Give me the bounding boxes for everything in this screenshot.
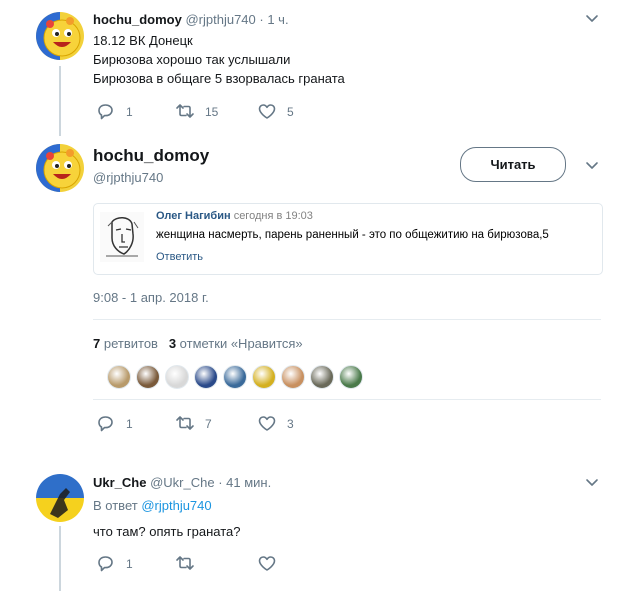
reply-icon <box>98 104 113 120</box>
retweet-count: 7 <box>205 417 212 431</box>
emoji-face-icon <box>36 144 81 192</box>
chevron-down-icon[interactable] <box>585 159 599 173</box>
chevron-down-icon[interactable] <box>585 476 599 490</box>
tweet-timestamp[interactable]: 9:08 - 1 апр. 2018 г. <box>93 290 209 305</box>
author-name[interactable]: Ukr_Che <box>93 475 146 490</box>
liker-avatar[interactable] <box>107 365 131 389</box>
reply-button[interactable]: 1 <box>96 414 133 434</box>
liker-avatar[interactable] <box>194 365 218 389</box>
retweet-button[interactable] <box>175 554 195 574</box>
emoji-face-icon <box>36 12 81 60</box>
author-name[interactable]: hochu_domoy <box>93 146 209 166</box>
tweet-text-line-2: Бирюзова хорошо так услышали <box>93 52 291 67</box>
divider <box>93 319 601 320</box>
reply-icon <box>98 416 113 432</box>
liker-avatar[interactable] <box>310 365 334 389</box>
quoted-post-card[interactable]: Олег Нагибин сегодня в 19:03 женщина нас… <box>93 203 603 275</box>
author-handle[interactable]: @rjpthju740 <box>93 170 163 185</box>
reply-count: 1 <box>126 105 133 119</box>
like-stat[interactable]: 3 отметки «Нравится» <box>169 336 303 351</box>
sketch-portrait-icon <box>106 217 139 257</box>
like-button[interactable] <box>257 554 277 574</box>
avatar[interactable] <box>36 12 84 60</box>
retweet-button[interactable]: 7 <box>175 414 212 434</box>
retweet-icon <box>176 556 194 570</box>
liker-avatar[interactable] <box>165 365 189 389</box>
tweet-time[interactable]: · 1 ч. <box>259 12 288 27</box>
divider <box>93 399 601 400</box>
like-button[interactable]: 5 <box>257 102 294 122</box>
like-icon <box>258 556 276 571</box>
reply-to-handle[interactable]: @rjpthju740 <box>141 498 211 513</box>
like-icon <box>258 104 276 119</box>
chevron-down-icon[interactable] <box>585 12 599 26</box>
retweet-stat[interactable]: 7 ретвитов <box>93 336 158 351</box>
reply-count: 1 <box>126 417 133 431</box>
reply-count: 1 <box>126 557 133 571</box>
tweet-text: что там? опять граната? <box>93 524 241 539</box>
follow-button[interactable]: Читать <box>460 147 566 182</box>
author-name[interactable]: hochu_domoy <box>93 12 182 27</box>
quoted-reply-link[interactable]: Ответить <box>156 251 203 263</box>
flag-avatar-icon <box>36 474 84 522</box>
retweet-icon <box>176 104 194 118</box>
retweet-icon <box>176 416 194 430</box>
quoted-time: сегодня в 19:03 <box>233 210 313 222</box>
engagement-stats: 7 ретвитов 3 отметки «Нравится» <box>93 336 303 351</box>
like-count: 3 <box>287 417 294 431</box>
reply-button[interactable]: 1 <box>96 102 133 122</box>
like-icon <box>258 416 276 431</box>
quoted-text: женщина насмерть, парень раненный - это … <box>156 229 549 241</box>
author-handle[interactable]: @Ukr_Che <box>150 475 215 490</box>
thread-line <box>59 526 61 591</box>
liker-avatar[interactable] <box>223 365 247 389</box>
retweet-count: 15 <box>205 105 219 119</box>
in-reply-to: В ответ @rjpthju740 <box>93 498 212 513</box>
liker-avatar[interactable] <box>136 365 160 389</box>
reply-icon <box>98 556 113 572</box>
avatar[interactable] <box>36 474 84 522</box>
author-handle[interactable]: @rjpthju740 <box>185 12 255 27</box>
quoted-author-name[interactable]: Олег Нагибин <box>156 210 231 222</box>
quoted-author-avatar <box>100 212 144 262</box>
like-count: 5 <box>287 105 294 119</box>
thread-line <box>59 66 61 136</box>
liker-avatar[interactable] <box>252 365 276 389</box>
like-button[interactable]: 3 <box>257 414 294 434</box>
liker-avatar[interactable] <box>281 365 305 389</box>
tweet-time[interactable]: · 41 мин. <box>218 475 271 490</box>
tweet-text-line-3: Бирюзова в общаге 5 взорвалась граната <box>93 71 345 86</box>
liker-avatar[interactable] <box>339 365 363 389</box>
reply-button[interactable]: 1 <box>96 554 133 574</box>
retweet-button[interactable]: 15 <box>175 102 218 122</box>
tweet-text-line-1: 18.12 ВК Донецк <box>93 33 193 48</box>
avatar[interactable] <box>36 144 84 192</box>
